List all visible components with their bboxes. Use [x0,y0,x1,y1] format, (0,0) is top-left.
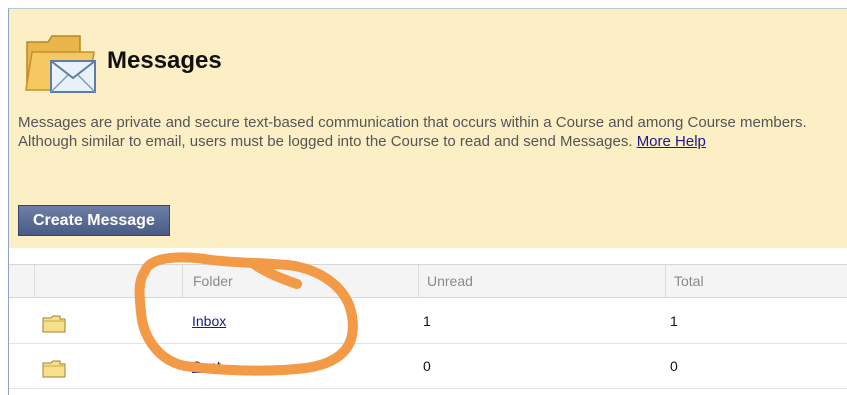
table-header: Folder Unread Total [9,264,847,298]
page-description: Messages are private and secure text-bas… [18,113,846,151]
folder-link-sent[interactable]: Sent [192,358,221,374]
unread-count: 1 [423,313,431,329]
header-folder[interactable]: Folder [182,265,418,297]
more-help-link[interactable]: More Help [637,133,706,150]
header-unread[interactable]: Unread [418,265,665,297]
table-row-inbox[interactable]: Inbox 1 1 [9,299,847,344]
messages-header: Messages Messages are private and secure… [9,9,847,248]
folder-envelope-icon [25,35,96,93]
folder-cell: Inbox [192,299,226,343]
unread-count: 0 [423,358,431,374]
folder-link-inbox[interactable]: Inbox [192,313,226,329]
folder-icon [42,315,66,333]
page-title: Messages [107,47,222,74]
header-icon-column [34,265,182,297]
header-total[interactable]: Total [665,265,847,297]
total-count: 1 [670,313,678,329]
folder-icon [42,360,66,378]
total-count: 0 [670,358,678,374]
table-row-sent[interactable]: Sent 0 0 [9,344,847,389]
folder-cell: Sent [192,344,221,388]
create-message-button[interactable]: Create Message [18,205,170,236]
header-select-column [9,265,34,297]
messages-panel: Messages Messages are private and secure… [8,8,847,395]
